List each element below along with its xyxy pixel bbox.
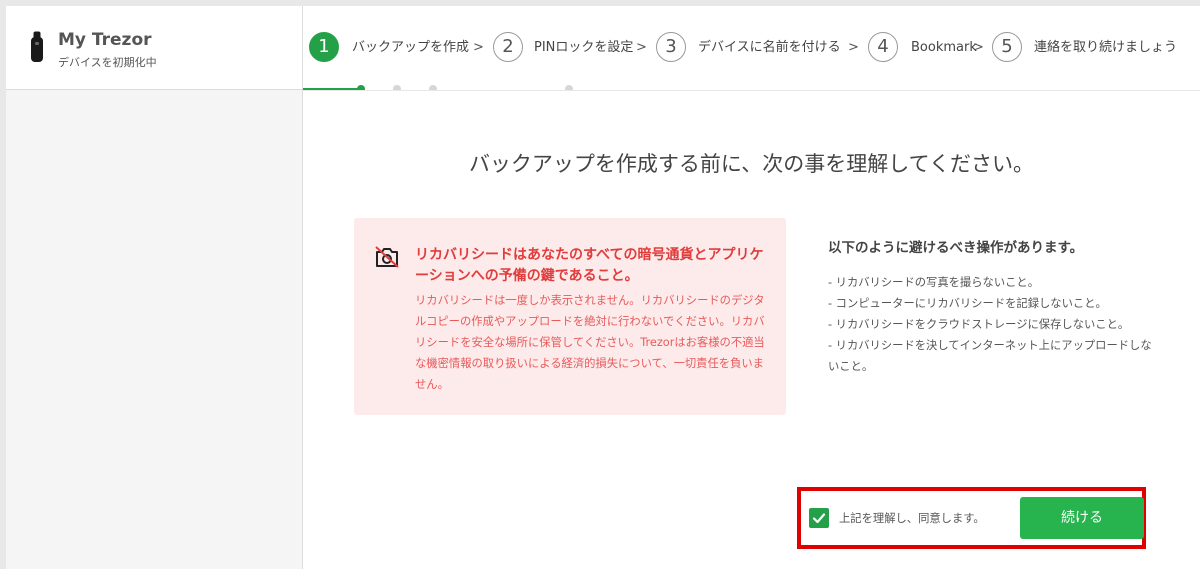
step-3-chevron-icon: >: [848, 40, 859, 55]
avoid-list-item: - コンピューターにリカバリシードを記録しないこと。: [828, 297, 1107, 310]
confirm-highlight: 上記を理解し、同意します。 続ける: [797, 487, 1146, 549]
step-1-label: バックアップを作成: [352, 40, 470, 55]
progress-dot-2: [393, 85, 401, 90]
step-4-chevron-icon: >: [973, 40, 984, 55]
avoid-title: 以下のように避けるべき操作があります。: [828, 240, 1084, 256]
stepper: 1 バックアップを作成 > 2 PINロックを設定 > 3 デバイスに名前を付け…: [303, 6, 1200, 91]
no-camera-icon: [375, 246, 399, 268]
avoid-list-item: - リカバリシードをクラウドストレージに保存しないこと。: [828, 318, 1130, 331]
continue-button[interactable]: 続ける: [1020, 497, 1144, 539]
sidebar: My Trezor デバイスを初期化中: [6, 6, 303, 569]
step-1-chevron-icon: >: [473, 40, 484, 55]
avoid-list: - リカバリシードの写真を撮らないこと。 - コンピューターにリカバリシードを記…: [828, 272, 1158, 377]
app-window: My Trezor デバイスを初期化中 1 バックアップを作成 > 2 PINロ…: [6, 6, 1200, 569]
step-5-circle: 5: [992, 32, 1022, 62]
avoid-section: 以下のように避けるべき操作があります。 - リカバリシードの写真を撮らないこと。…: [828, 238, 1158, 377]
step-2-chevron-icon: >: [636, 40, 647, 55]
progress-dot-4: [565, 85, 573, 90]
agree-checkbox[interactable]: [809, 508, 829, 528]
step-4-label: Bookmark: [911, 40, 977, 55]
step-5-label: 連絡を取り続けましょう: [1034, 40, 1178, 55]
step-3-label: デバイスに名前を付ける: [698, 40, 841, 55]
progress-bar-fill: [303, 88, 363, 90]
warning-title: リカバリシードはあなたのすべての暗号通貨とアプリケーションへの予備の鍵であること…: [415, 247, 764, 284]
step-2-label: PINロックを設定: [534, 40, 634, 55]
device-header[interactable]: My Trezor デバイスを初期化中: [6, 6, 302, 90]
step-2-circle: 2: [493, 32, 523, 62]
page-title: バックアップを作成する前に、次の事を理解してください。: [468, 152, 1035, 176]
agree-label[interactable]: 上記を理解し、同意します。: [839, 511, 985, 527]
avoid-list-item: - リカバリシードを決してインターネット上にアップロードしないこと。: [828, 339, 1152, 373]
checkmark-icon: [812, 513, 826, 524]
device-status: デバイスを初期化中: [58, 56, 157, 69]
avoid-list-item: - リカバリシードの写真を撮らないこと。: [828, 276, 1040, 289]
progress-dot-1: [357, 85, 365, 90]
progress-dot-3: [429, 85, 437, 90]
step-1-circle: 1: [309, 32, 339, 62]
step-3-circle: 3: [656, 32, 686, 62]
warning-body: リカバリシードは一度しか表示されません。リカバリシードのデジタルコピーの作成やア…: [415, 294, 765, 391]
device-name: My Trezor: [58, 30, 152, 50]
main-content: 1 バックアップを作成 > 2 PINロックを設定 > 3 デバイスに名前を付け…: [303, 6, 1200, 569]
step-4-circle: 4: [868, 32, 898, 62]
trezor-device-icon: [31, 31, 43, 62]
warning-box: リカバリシードはあなたのすべての暗号通貨とアプリケーションへの予備の鍵であること…: [354, 218, 786, 415]
